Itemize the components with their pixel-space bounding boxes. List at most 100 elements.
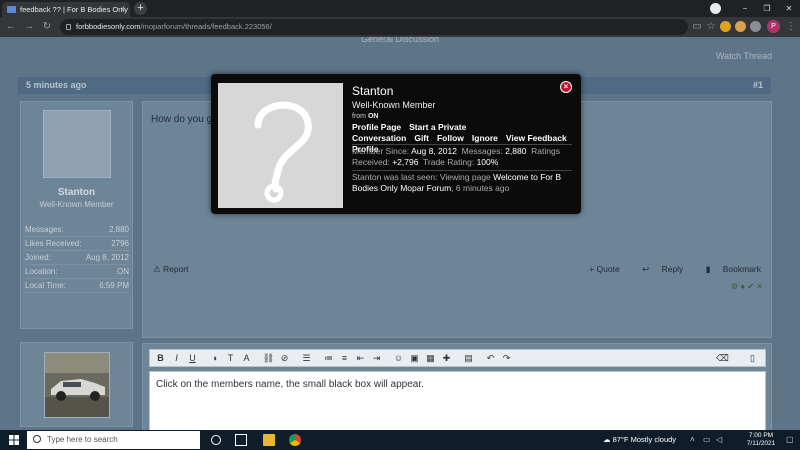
ratings-value: +2,796 (392, 157, 419, 167)
extension-icon[interactable] (720, 21, 731, 32)
eraser-icon[interactable]: ⌫ (716, 352, 729, 365)
window-close-button[interactable]: ✕ (778, 0, 800, 17)
save-draft-icon[interactable]: ▤ (462, 352, 475, 365)
redo-icon[interactable]: ↷ (500, 352, 513, 365)
profile-avatar[interactable]: P (767, 20, 780, 33)
bookmark-link[interactable]: ▮ Bookmark (696, 264, 761, 274)
taskbar-search-input[interactable]: Type here to search (27, 431, 200, 449)
insert-link-icon[interactable]: ⛓ (262, 352, 275, 365)
bullet-list-icon[interactable]: ≔ (322, 352, 335, 365)
tooltip-username[interactable]: Stanton (352, 84, 393, 98)
outdent-icon[interactable]: ⇤ (354, 352, 367, 365)
menu-kebab-icon[interactable]: ⋮ (784, 20, 798, 34)
insert-icon[interactable]: ✚ (440, 352, 453, 365)
cast-icon[interactable]: ▭ (690, 20, 704, 34)
back-icon[interactable]: ← (4, 20, 18, 34)
notifications-icon[interactable]: ▢ (786, 430, 794, 450)
stat-value: ON (117, 267, 129, 276)
avatar[interactable] (44, 352, 110, 418)
post-actions: + Quote ↩ Reply ▮ Bookmark (579, 264, 761, 275)
lock-icon (66, 24, 71, 30)
question-mark-avatar-icon (254, 101, 312, 203)
messages-label: Messages: (461, 146, 503, 156)
gift-link[interactable]: Gift (414, 133, 429, 143)
tab-close-icon[interactable]: × (120, 2, 125, 17)
avatar[interactable] (43, 110, 111, 178)
bold-button[interactable]: B (154, 352, 167, 365)
trade-rating-value: 100% (476, 157, 499, 167)
italic-button[interactable]: I (170, 352, 183, 365)
file-explorer-icon[interactable] (263, 434, 275, 446)
font-family-icon[interactable]: A (240, 352, 253, 365)
font-size-icon[interactable]: T (224, 352, 237, 365)
avatar[interactable] (218, 83, 343, 208)
browser-tab[interactable]: feedback ?? | For B Bodies Only C × (2, 2, 130, 17)
username-link[interactable]: Stanton (21, 187, 132, 198)
windows-start-icon[interactable] (9, 435, 19, 445)
system-clock[interactable]: 7:00 PM 7/11/2021 (740, 432, 782, 448)
ignore-link[interactable]: Ignore (472, 133, 498, 143)
close-icon[interactable]: × (560, 81, 572, 93)
forward-icon[interactable]: → (22, 20, 36, 34)
reply-label: Reply (661, 264, 684, 274)
watch-thread-link[interactable]: Watch Thread (716, 51, 772, 61)
report-link[interactable]: ⚠ Report (153, 264, 189, 275)
smilie-icon[interactable]: ☺ (392, 352, 405, 365)
chrome-icon[interactable] (289, 434, 301, 446)
record-icon[interactable] (710, 3, 721, 14)
volume-icon[interactable]: ◁ (716, 430, 722, 450)
task-view-icon[interactable] (235, 434, 247, 446)
trade-rating-label: Trade Rating: (423, 157, 475, 167)
network-icon[interactable]: ▭ (703, 430, 711, 450)
rating-icons[interactable]: ⚙ ● ✔ ✕ (731, 282, 763, 291)
color-icon[interactable]: ◑ (208, 352, 221, 365)
undo-icon[interactable]: ↶ (484, 352, 497, 365)
warning-icon: ⚠ (153, 264, 163, 274)
breadcrumb[interactable]: General Discussion (0, 37, 800, 44)
image-icon[interactable]: ▣ (408, 352, 421, 365)
bookmark-star-icon[interactable]: ☆ (704, 20, 718, 34)
from-label: from (352, 113, 366, 120)
extensions-puzzle-icon[interactable] (750, 21, 761, 32)
search-placeholder: Type here to search (47, 435, 118, 444)
reload-icon[interactable]: ↻ (40, 20, 54, 34)
reply-link[interactable]: ↩ Reply (632, 264, 683, 274)
post-text: How do you g (151, 114, 213, 125)
stat-label: Local Time: (25, 281, 66, 290)
url-path: /moparforum/threads/feedback.223056/ (140, 22, 272, 31)
tray-up-icon[interactable]: ˄ (690, 430, 695, 450)
profile-page-link[interactable]: Profile Page (352, 122, 401, 132)
unlink-icon[interactable]: ⊘ (278, 352, 291, 365)
toggle-bbcode-icon[interactable]: ▯ (746, 352, 759, 365)
stat-label: Messages: (25, 225, 64, 234)
post-number[interactable]: #1 (753, 77, 763, 94)
extension-icon[interactable] (735, 21, 746, 32)
align-icon[interactable]: ☰ (300, 352, 313, 365)
stat-value: Aug 8, 2012 (85, 253, 129, 262)
editor-textarea[interactable]: Click on the members name, the small bla… (149, 371, 766, 430)
last-seen-time: , 6 minutes ago (451, 183, 510, 193)
reply-icon: ↩ (642, 264, 652, 274)
underline-button[interactable]: U (186, 352, 199, 365)
url-input[interactable]: forbbodiesonly.com/moparforum/threads/fe… (60, 19, 688, 35)
minimize-button[interactable]: − (734, 0, 756, 17)
url-domain: forbbodiesonly.com (76, 22, 141, 31)
indent-icon[interactable]: ⇥ (370, 352, 383, 365)
maximize-button[interactable]: ❐ (756, 0, 778, 17)
numbered-list-icon[interactable]: ≡ (338, 352, 351, 365)
cloud-icon: ☁ (603, 435, 613, 444)
weather-widget[interactable]: ☁ 87°F Mostly cloudy (603, 430, 676, 450)
user-title: Well-Known Member (39, 200, 114, 209)
user-info-panel: Stanton Well-Known Member Messages: 2,880… (20, 101, 133, 329)
follow-link[interactable]: Follow (437, 133, 464, 143)
post-time[interactable]: 5 minutes ago (26, 80, 87, 90)
media-icon[interactable]: ▦ (424, 352, 437, 365)
clock-time: 7:00 PM (748, 432, 774, 439)
quote-link[interactable]: + Quote (589, 264, 619, 274)
bookmark-label: Bookmark (722, 264, 761, 274)
cortana-icon[interactable] (211, 435, 221, 445)
tab-title: feedback ?? | For B Bodies Only C (20, 5, 130, 14)
report-label: Report (162, 264, 189, 274)
stat-label: Location: (25, 267, 58, 276)
new-tab-button[interactable]: + (134, 2, 147, 15)
